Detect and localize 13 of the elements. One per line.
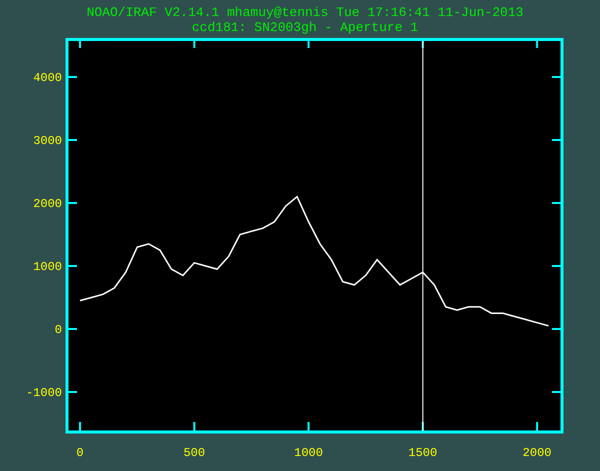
plot-title: ccd181: SN2003gh - Aperture 1	[190, 20, 418, 35]
x-tick-label: 500	[184, 446, 206, 460]
x-tick-label: 1500	[408, 446, 438, 460]
plot-header: NOAO/IRAF V2.14.1 mhamuy@tennis Tue 17:16:41 11-Jun-2013	[86, 4, 524, 20]
x-tick-label: 1000	[294, 446, 323, 460]
y-tick-label: 3000	[33, 134, 62, 148]
y-tick-label: -1000	[26, 386, 62, 400]
y-tick-label: 1000	[33, 260, 62, 274]
y-tick-label: 2000	[33, 197, 62, 211]
y-tick-label: 4000	[33, 71, 62, 85]
y-tick-label: 0	[54, 323, 62, 337]
x-tick-label: 2000	[522, 446, 552, 460]
x-tick-label: 0	[76, 446, 84, 460]
